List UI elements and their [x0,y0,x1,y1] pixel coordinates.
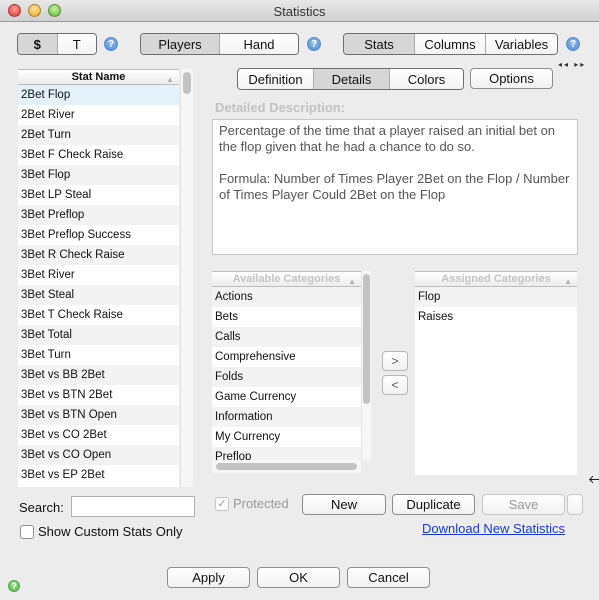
stat-list-scrollbar[interactable] [180,69,193,487]
list-item[interactable]: Bets [212,307,361,327]
save-stat-button[interactable]: Save [482,494,565,515]
protected-checkbox[interactable]: ✓ Protected [215,496,289,511]
scrollbar-thumb[interactable] [183,72,191,94]
available-rows: Actions Bets Calls Comprehensive Folds Game C… [212,287,361,461]
list-item[interactable]: 3Bet Flop [18,165,179,185]
tab-definition[interactable]: Definition [238,69,314,89]
duplicate-stat-button[interactable]: Duplicate [392,494,475,515]
view-segmented-control: Players Hand [140,33,299,55]
tab-details[interactable]: Details [314,69,390,89]
window-title: Statistics [273,4,326,19]
tab-currency-tournament[interactable]: T [57,34,96,54]
stat-name-column-header[interactable]: Stat Name ▲ [18,69,179,85]
checkbox-box[interactable] [20,524,34,539]
title-bar: Statistics [0,0,599,22]
available-categories-header[interactable]: Available Categories ▲ [212,271,361,287]
list-item[interactable]: 3Bet Total [18,325,179,345]
list-item[interactable]: 3Bet Preflop [18,205,179,225]
navigation-arrows-icon[interactable]: ◂◂ ▸▸ [558,60,586,69]
tab-columns[interactable]: Columns [415,34,486,54]
list-item[interactable]: 2Bet Flop [18,85,179,105]
mouse-cursor-icon: 🡐 [588,472,599,486]
tab-stats[interactable]: Stats [344,34,415,54]
list-item[interactable]: 2Bet Turn [18,125,179,145]
cancel-button[interactable]: Cancel [347,567,430,588]
description-textarea[interactable]: Percentage of the time that a player rai… [212,119,578,255]
remove-category-button[interactable]: < [382,375,408,395]
list-item[interactable]: 3Bet T Check Raise [18,305,179,325]
stat-rows: 2Bet Flop 2Bet River 2Bet Turn 3Bet F Check… [18,85,179,485]
list-item[interactable]: 3Bet F Check Raise [18,145,179,165]
stat-name-list[interactable]: Stat Name ▲ 2Bet Flop 2Bet River 2Bet Turn 3… [18,69,179,487]
scrollbar-thumb[interactable] [363,274,370,404]
available-categories-vscrollbar[interactable] [361,271,371,461]
section-segmented-control: Stats Columns Variables [343,33,558,55]
scrollbar-thumb[interactable] [216,463,357,470]
apply-button[interactable]: Apply [167,567,250,588]
list-item[interactable]: 3Bet vs CO 2Bet [18,425,179,445]
list-item[interactable]: 2Bet River [18,105,179,125]
help-icon[interactable]: ? [104,37,118,51]
list-item[interactable]: 3Bet vs BTN 2Bet [18,385,179,405]
tab-players[interactable]: Players [141,34,220,54]
list-item[interactable]: Actions [212,287,361,307]
list-item[interactable]: Game Currency [212,387,361,407]
assigned-categories-header[interactable]: Assigned Categories ▲ [415,271,577,287]
list-item[interactable]: 3Bet vs EP 2Bet [18,465,179,485]
list-item[interactable]: 3Bet Turn [18,345,179,365]
list-item[interactable]: Comprehensive [212,347,361,367]
list-item[interactable]: 3Bet Steal [18,285,179,305]
list-item[interactable]: 3Bet vs BTN Open [18,405,179,425]
available-categories-list[interactable]: Available Categories ▲ Actions Bets Calls Co… [212,271,361,461]
list-item[interactable]: 3Bet River [18,265,179,285]
sort-ascending-icon: ▲ [348,277,356,286]
help-icon[interactable]: ? [566,37,580,51]
list-item[interactable]: Calls [212,327,361,347]
list-item[interactable]: Preflop [212,447,361,461]
currency-segmented-control: $ T [17,33,97,55]
assigned-rows: Flop Raises [415,287,577,327]
list-item[interactable]: My Currency [212,427,361,447]
checkmark-icon[interactable]: ✓ [215,496,229,511]
description-label: Detailed Description: [215,100,346,115]
assigned-categories-list[interactable]: Assigned Categories ▲ Flop Raises [415,271,577,475]
options-button[interactable]: Options [470,68,553,89]
list-item[interactable]: Raises [415,307,577,327]
show-custom-stats-checkbox[interactable]: Show Custom Stats Only [20,524,183,539]
tab-hand[interactable]: Hand [220,34,298,54]
list-item[interactable]: 3Bet vs CO Open [18,445,179,465]
help-icon[interactable]: ? [8,580,20,592]
search-input[interactable] [71,496,195,517]
list-item[interactable]: 3Bet LP Steal [18,185,179,205]
tab-variables[interactable]: Variables [486,34,557,54]
sort-ascending-icon: ▲ [564,277,572,286]
help-icon[interactable]: ? [307,37,321,51]
new-stat-button[interactable]: New [302,494,386,515]
overflow-button[interactable] [567,494,583,515]
list-item[interactable]: Information [212,407,361,427]
tab-currency-dollar[interactable]: $ [18,34,58,54]
list-item[interactable]: 3Bet vs BB 2Bet [18,365,179,385]
list-item[interactable]: 3Bet R Check Raise [18,245,179,265]
available-categories-hscrollbar[interactable] [212,460,361,473]
tab-colors[interactable]: Colors [390,69,463,89]
list-item[interactable]: Folds [212,367,361,387]
search-label: Search: [19,500,64,515]
sort-ascending-icon: ▲ [166,75,174,84]
detail-segmented-control: Definition Details Colors [237,68,464,90]
list-item[interactable]: Flop [415,287,577,307]
add-category-button[interactable]: > [382,351,408,371]
ok-button[interactable]: OK [257,567,340,588]
download-new-statistics-link[interactable]: Download New Statistics [422,521,565,536]
list-item[interactable]: 3Bet Preflop Success [18,225,179,245]
